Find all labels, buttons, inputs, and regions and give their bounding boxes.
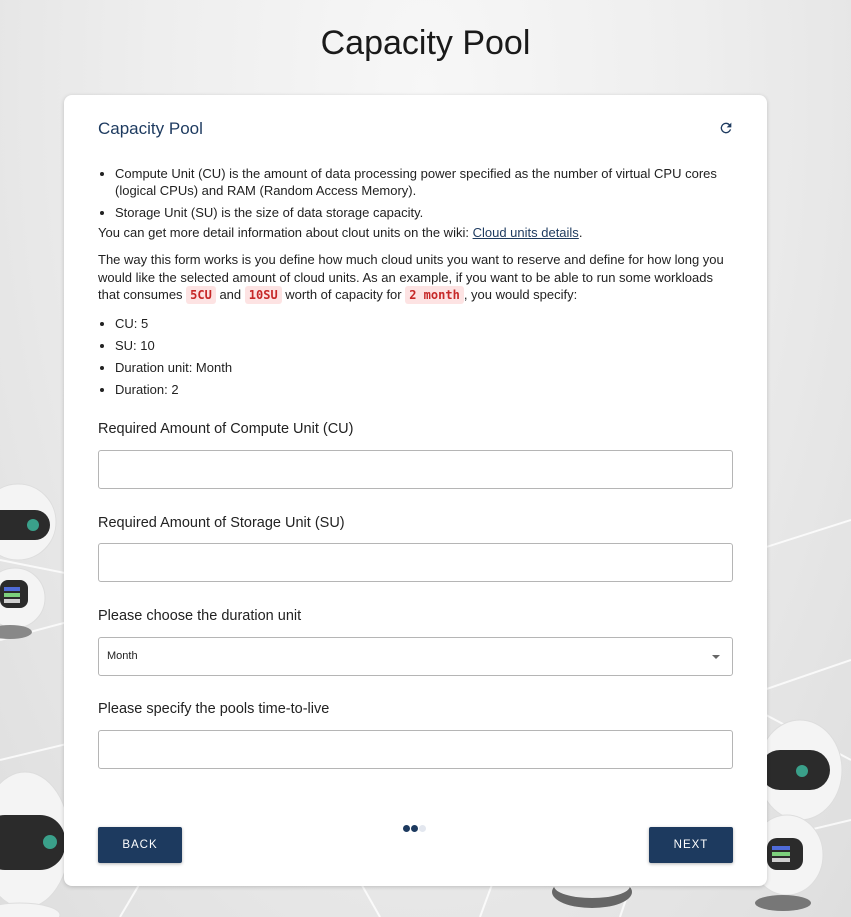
- robot-decoration-left-bottom: [0, 771, 70, 917]
- explanation-paragraph: The way this form works is you define ho…: [98, 251, 738, 305]
- wiki-text: You can get more detail information abou…: [98, 225, 473, 240]
- refresh-icon[interactable]: [718, 120, 734, 136]
- step-dot: [403, 825, 410, 832]
- list-item: Duration unit: Month: [115, 359, 738, 376]
- su-input[interactable]: [98, 543, 733, 582]
- back-button[interactable]: BACK: [98, 827, 182, 863]
- list-item: Compute Unit (CU) is the amount of data …: [115, 165, 738, 199]
- list-item: Duration: 2: [115, 381, 738, 398]
- next-button[interactable]: NEXT: [649, 827, 733, 863]
- code-su: 10SU: [244, 286, 282, 304]
- list-item: SU: 10: [115, 337, 738, 354]
- worth-text: worth of capacity for: [281, 287, 406, 302]
- cu-input[interactable]: [98, 450, 733, 489]
- intro-text: Compute Unit (CU) is the amount of data …: [98, 165, 738, 403]
- example-list: CU: 5 SU: 10 Duration unit: Month Durati…: [98, 315, 738, 398]
- list-item: Storage Unit (SU) is the size of data st…: [115, 204, 738, 221]
- su-label: Required Amount of Storage Unit (SU): [98, 515, 345, 531]
- step-indicator: [403, 819, 427, 832]
- card-title: Capacity Pool: [98, 119, 203, 138]
- and-text: and: [215, 287, 245, 302]
- step-dot-active: [411, 825, 418, 832]
- code-cu: 5CU: [186, 286, 216, 304]
- robot-decoration-right: [755, 719, 843, 911]
- cu-label: Required Amount of Compute Unit (CU): [98, 421, 354, 437]
- page-title: Capacity Pool: [320, 24, 531, 62]
- code-month: 2 month: [405, 286, 464, 304]
- unit-definitions-list: Compute Unit (CU) is the amount of data …: [98, 165, 738, 221]
- step-dot: [419, 825, 426, 832]
- wiki-end: .: [578, 225, 583, 240]
- duration-unit-select[interactable]: Month: [98, 637, 733, 676]
- duration-unit-label: Please choose the duration unit: [98, 608, 302, 624]
- dropdown-caret-icon: [712, 655, 720, 659]
- cloud-units-details-link[interactable]: Cloud units details: [473, 225, 579, 240]
- ttl-label: Please specify the pools time-to-live: [98, 701, 330, 717]
- wiki-paragraph: You can get more detail information abou…: [98, 224, 738, 241]
- specify-text: , you would specify:: [463, 287, 578, 302]
- list-item: CU: 5: [115, 315, 738, 332]
- duration-unit-value: Month: [107, 650, 138, 662]
- robot-decoration-left-top: [0, 483, 57, 639]
- ttl-input[interactable]: [98, 730, 733, 769]
- capacity-pool-card: Capacity Pool Compute Unit (CU) is the a…: [64, 95, 767, 886]
